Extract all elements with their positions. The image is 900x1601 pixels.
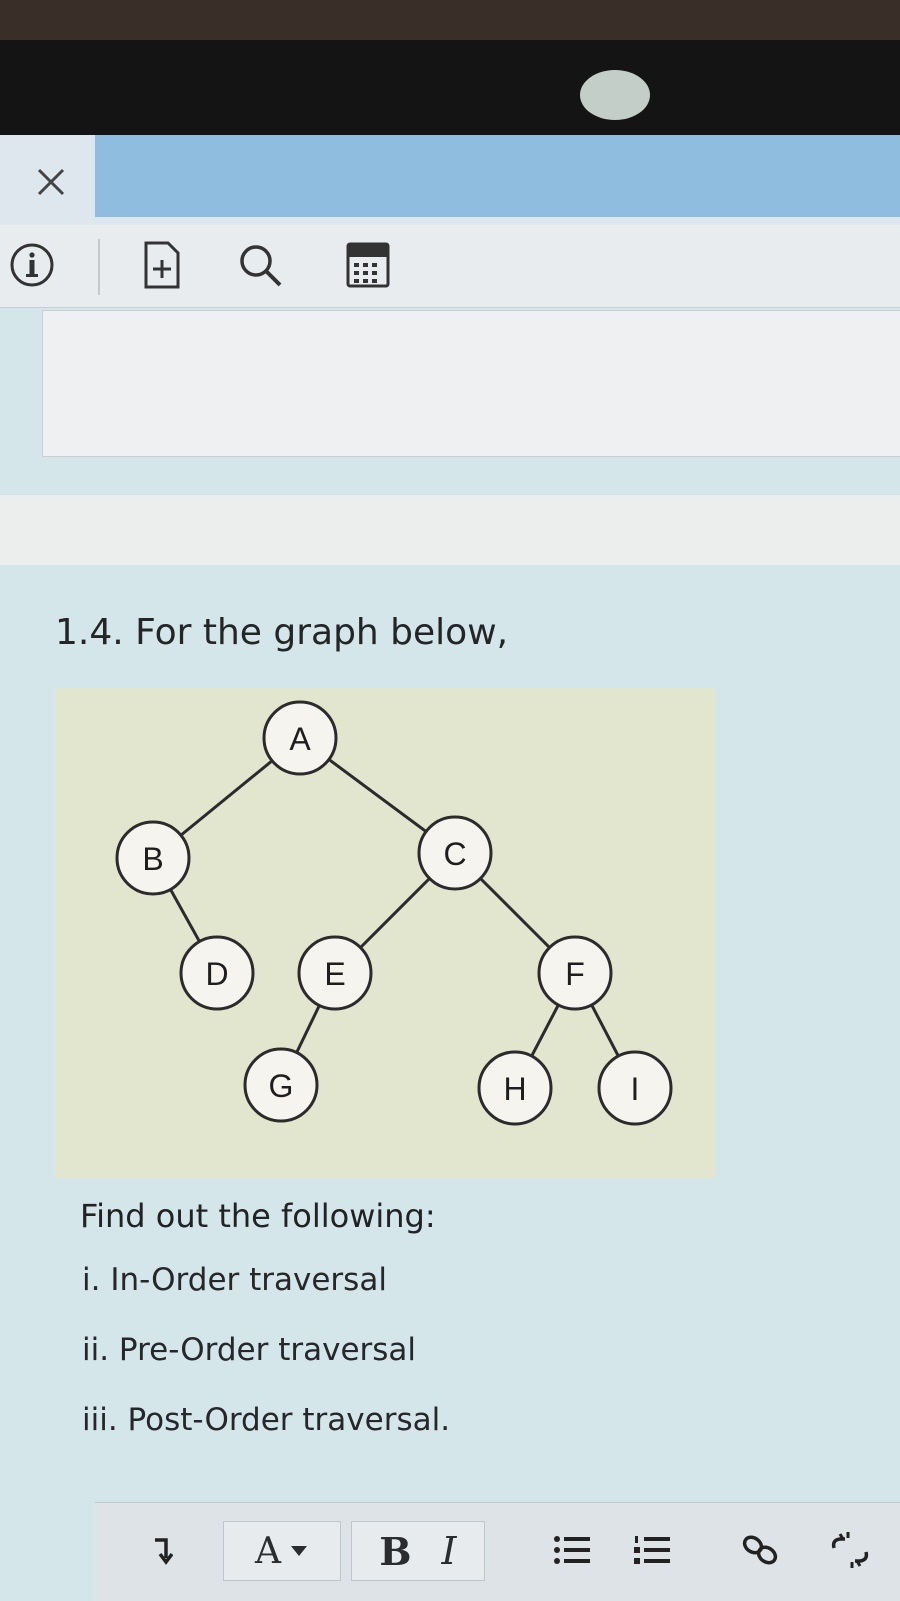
screen-glare	[580, 70, 650, 120]
tree-node-label: B	[142, 841, 163, 877]
tree-node-D: D	[179, 935, 255, 1011]
insert-link-button[interactable]	[731, 1521, 789, 1579]
remove-link-button[interactable]	[821, 1521, 879, 1579]
editor-toolbar: A B I	[95, 1502, 900, 1601]
tree-node-label: D	[205, 956, 228, 992]
tree-node-H: H	[477, 1050, 553, 1126]
tree-node-E: E	[297, 935, 373, 1011]
chevron-down-icon	[291, 1546, 307, 1556]
tree-node-label: C	[443, 836, 466, 872]
info-icon	[10, 243, 54, 287]
tree-node-I: I	[597, 1050, 673, 1126]
tree-node-F: F	[537, 935, 613, 1011]
add-page-button[interactable]	[134, 237, 190, 293]
toolbar-divider	[98, 239, 100, 295]
question-prompt: Find out the following:	[80, 1197, 436, 1235]
answer-input-area[interactable]	[42, 310, 900, 457]
bold-italic-group: B I	[351, 1521, 485, 1581]
bezel-edge	[0, 0, 900, 40]
window-title-bar	[0, 135, 900, 225]
toolbar	[0, 225, 900, 308]
separator-band	[0, 495, 900, 565]
paragraph-style-button[interactable]	[133, 1521, 191, 1579]
search-button[interactable]	[232, 237, 288, 293]
numbered-list-icon	[634, 1536, 670, 1564]
task-item-postorder: iii. Post-Order traversal.	[82, 1402, 451, 1438]
question-title: 1.4. For the graph below,	[55, 612, 509, 653]
return-arrow-icon	[155, 1538, 173, 1565]
close-button[interactable]	[26, 157, 76, 207]
device-bezel	[0, 0, 900, 135]
tree-node-label: H	[503, 1071, 526, 1107]
search-icon	[240, 245, 282, 287]
tree-node-A: A	[262, 700, 338, 776]
task-item-inorder: i. In-Order traversal	[82, 1262, 387, 1298]
link-icon	[742, 1535, 778, 1565]
tree-node-label: E	[324, 956, 345, 992]
binary-tree-diagram: A B C D E F G H I	[115, 700, 673, 1126]
title-bar-blue	[95, 135, 900, 217]
bullet-list-button[interactable]	[543, 1521, 601, 1579]
task-item-preorder: ii. Pre-Order traversal	[82, 1332, 417, 1368]
tree-node-label: F	[565, 956, 585, 992]
add-page-icon	[144, 241, 180, 289]
unlink-icon	[831, 1532, 869, 1568]
tree-node-label: G	[269, 1068, 294, 1104]
italic-button[interactable]: I	[442, 1529, 457, 1573]
calculator-icon	[346, 242, 390, 288]
tree-node-label: I	[631, 1071, 640, 1107]
font-color-label: A	[255, 1530, 281, 1572]
bold-button[interactable]: B	[379, 1529, 411, 1574]
tree-node-C: C	[417, 815, 493, 891]
calculator-button[interactable]	[340, 237, 396, 293]
tree-node-G: G	[243, 1047, 319, 1123]
info-button[interactable]	[4, 237, 60, 293]
numbered-list-button[interactable]	[623, 1521, 681, 1579]
font-color-dropdown[interactable]: A	[223, 1521, 341, 1581]
tree-node-label: A	[289, 721, 311, 757]
tree-figure: A B C D E F G H I	[55, 688, 715, 1178]
tree-node-B: B	[115, 820, 191, 896]
bullet-list-icon	[554, 1536, 590, 1564]
close-icon	[37, 168, 65, 196]
